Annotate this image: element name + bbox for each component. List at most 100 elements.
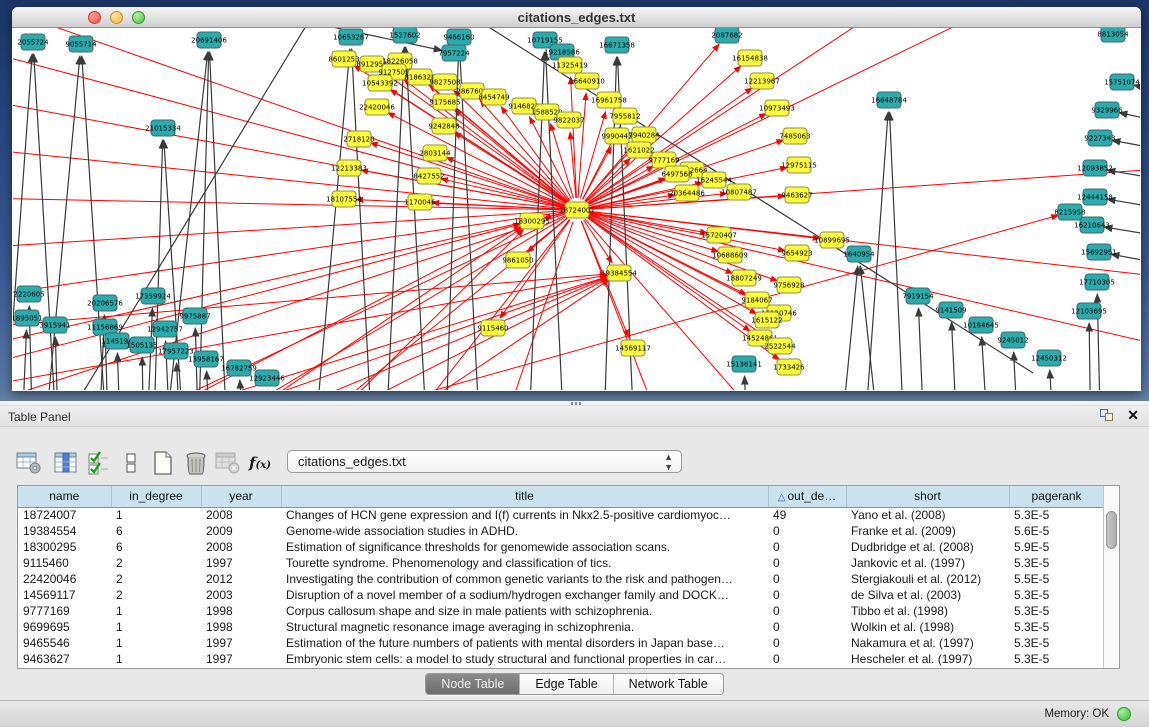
column-header-short[interactable]: short [846, 486, 1009, 507]
function-builder-button[interactable]: f(x) [244, 447, 276, 479]
network-node[interactable]: 8813054 [1097, 28, 1129, 42]
network-node[interactable]: 9227343 [1084, 130, 1115, 146]
table-row[interactable]: 1938455462009Genome-wide association stu… [18, 523, 1104, 539]
column-header-pagerank[interactable]: pagerank [1009, 486, 1104, 507]
network-node[interactable]: 9055714 [65, 36, 97, 52]
vertical-scrollbar-thumb[interactable] [1106, 511, 1117, 549]
network-node[interactable]: 8215958 [1054, 204, 1085, 220]
network-node[interactable]: 1527602 [389, 28, 420, 43]
table-row[interactable]: 911546021997Tourette syndrome. Phenomeno… [18, 555, 1104, 571]
network-node[interactable]: 12103695 [1071, 303, 1107, 319]
column-selection-button[interactable] [83, 447, 115, 479]
column-visibility-button[interactable] [50, 447, 82, 479]
network-node[interactable]: 16640910 [569, 73, 605, 89]
network-node[interactable]: 22420046 [359, 99, 395, 115]
network-node[interactable]: 9756928 [773, 277, 804, 293]
column-header-year[interactable]: year [201, 486, 281, 507]
row-height-button[interactable] [115, 447, 147, 479]
network-node[interactable]: 9115460 [477, 320, 508, 336]
tab-edge-table[interactable]: Edge Table [519, 674, 612, 694]
table-row[interactable]: 977716911998Corpus callosum shape and si… [18, 603, 1104, 619]
network-node[interactable]: 9463627 [781, 187, 812, 203]
network-node[interactable]: 8454749 [478, 89, 509, 105]
network-node[interactable]: 9141509 [935, 302, 966, 318]
network-node[interactable]: 1895051 [13, 310, 43, 326]
network-node[interactable]: 2522544 [764, 338, 796, 354]
delete-column-button[interactable] [180, 447, 212, 479]
network-node[interactable]: 7957224 [438, 45, 470, 61]
table-options-button[interactable] [13, 447, 45, 479]
network-node[interactable]: 2087682 [711, 28, 742, 43]
network-node[interactable]: 12093852 [1077, 160, 1113, 176]
table-row[interactable]: 969969511998Structural magnetic resonanc… [18, 619, 1104, 635]
network-window-titlebar[interactable]: citations_edges.txt [12, 7, 1141, 28]
network-node[interactable]: 9329966 [1091, 102, 1123, 118]
network-node[interactable]: 20206576 [87, 295, 123, 311]
memory-status-indicator[interactable] [1117, 707, 1131, 721]
network-node[interactable]: 9242848 [428, 118, 459, 134]
network-node[interactable]: 9654923 [781, 245, 812, 261]
network-node[interactable]: 7485063 [779, 128, 810, 144]
network-node[interactable]: 9861050 [502, 252, 533, 268]
network-node[interactable]: 8427552 [413, 168, 444, 184]
network-node[interactable]: 16961758 [591, 92, 627, 108]
network-node[interactable]: 1615122 [751, 312, 782, 328]
network-node[interactable]: 12450312 [1031, 350, 1067, 366]
network-node[interactable]: 12213967 [744, 73, 780, 89]
network-node[interactable]: 17359924 [135, 288, 171, 304]
network-node[interactable]: 10653287 [333, 29, 369, 45]
column-header-name[interactable]: name [18, 486, 111, 507]
network-node[interactable]: 17710305 [1079, 274, 1115, 290]
network-graph[interactable]: 2055724 9055714 20691406 10653287 1527602 946… [13, 28, 1140, 390]
network-node[interactable]: 1170046 [404, 194, 436, 210]
network-node[interactable]: 21015334 [145, 120, 181, 136]
table-row[interactable]: 1830029562008Estimation of significance … [18, 539, 1104, 555]
table-row[interactable]: 1872400712008Changes of HCN gene express… [18, 507, 1104, 523]
network-node[interactable]: 2055724 [17, 34, 49, 50]
close-panel-icon[interactable]: ✕ [1127, 407, 1139, 424]
network-node[interactable]: 9175685 [429, 94, 460, 110]
network-node[interactable]: 15751074 [1104, 74, 1140, 90]
network-node[interactable]: 2718120 [343, 131, 374, 147]
network-node[interactable]: 12923446 [249, 370, 285, 386]
network-node[interactable]: 10184645 [963, 317, 999, 333]
network-canvas[interactable]: 2055724 9055714 20691406 10653287 1527602 946… [13, 28, 1140, 390]
network-node[interactable]: 19384554 [601, 265, 637, 281]
network-node[interactable]: 14569117 [615, 340, 651, 356]
column-header-in_degree[interactable]: in_degree [111, 486, 201, 507]
network-node[interactable]: 20364486 [669, 185, 705, 201]
network-node[interactable]: 18300295 [514, 213, 550, 229]
table-row[interactable]: 946362711997Embryonic stem cells: a mode… [18, 651, 1104, 667]
network-node[interactable]: 9975887 [179, 308, 210, 324]
network-node[interactable]: 10688609 [712, 247, 748, 263]
network-node[interactable]: 1640954 [843, 246, 875, 262]
network-node[interactable]: 3915941 [39, 317, 70, 333]
network-node[interactable]: 7940284 [628, 127, 660, 143]
network-node[interactable]: 7955812 [609, 108, 640, 124]
table-row[interactable]: 946554611997Estimation of the future num… [18, 635, 1104, 651]
network-node[interactable]: 1733426 [773, 359, 805, 375]
network-node[interactable]: 15136141 [726, 356, 762, 372]
network-node[interactable]: 2803144 [419, 145, 451, 161]
network-node[interactable]: 8601253 [328, 51, 359, 67]
network-node[interactable]: 15692951 [1081, 244, 1117, 260]
column-header-title[interactable]: title [281, 486, 768, 507]
network-node[interactable]: 16154838 [732, 50, 768, 66]
network-node[interactable]: 10899695 [814, 232, 850, 248]
new-column-button[interactable] [147, 447, 179, 479]
tab-node-table[interactable]: Node Table [426, 674, 519, 694]
network-node[interactable]: 12213383 [331, 160, 367, 176]
table-row[interactable]: 2242004622012Investigating the contribut… [18, 571, 1104, 587]
network-node[interactable]: 10973493 [759, 100, 795, 116]
network-node[interactable]: 9245012 [997, 332, 1028, 348]
table-selector-dropdown[interactable]: citations_edges.txt ▲▼ [287, 450, 682, 473]
vertical-scrollbar[interactable] [1103, 486, 1119, 668]
tab-network-table[interactable]: Network Table [613, 674, 723, 694]
network-node[interactable]: 20691406 [191, 32, 227, 48]
network-node[interactable]: 1505135 [126, 337, 157, 353]
table-row[interactable]: 1456911722003Disruption of a novel membe… [18, 587, 1104, 603]
column-header-out_degree[interactable]: △out_de… [768, 486, 846, 507]
network-node[interactable]: 16671358 [599, 37, 635, 53]
network-node[interactable]: 12444158 [1077, 189, 1113, 205]
network-node[interactable]: 2220605 [13, 286, 44, 302]
